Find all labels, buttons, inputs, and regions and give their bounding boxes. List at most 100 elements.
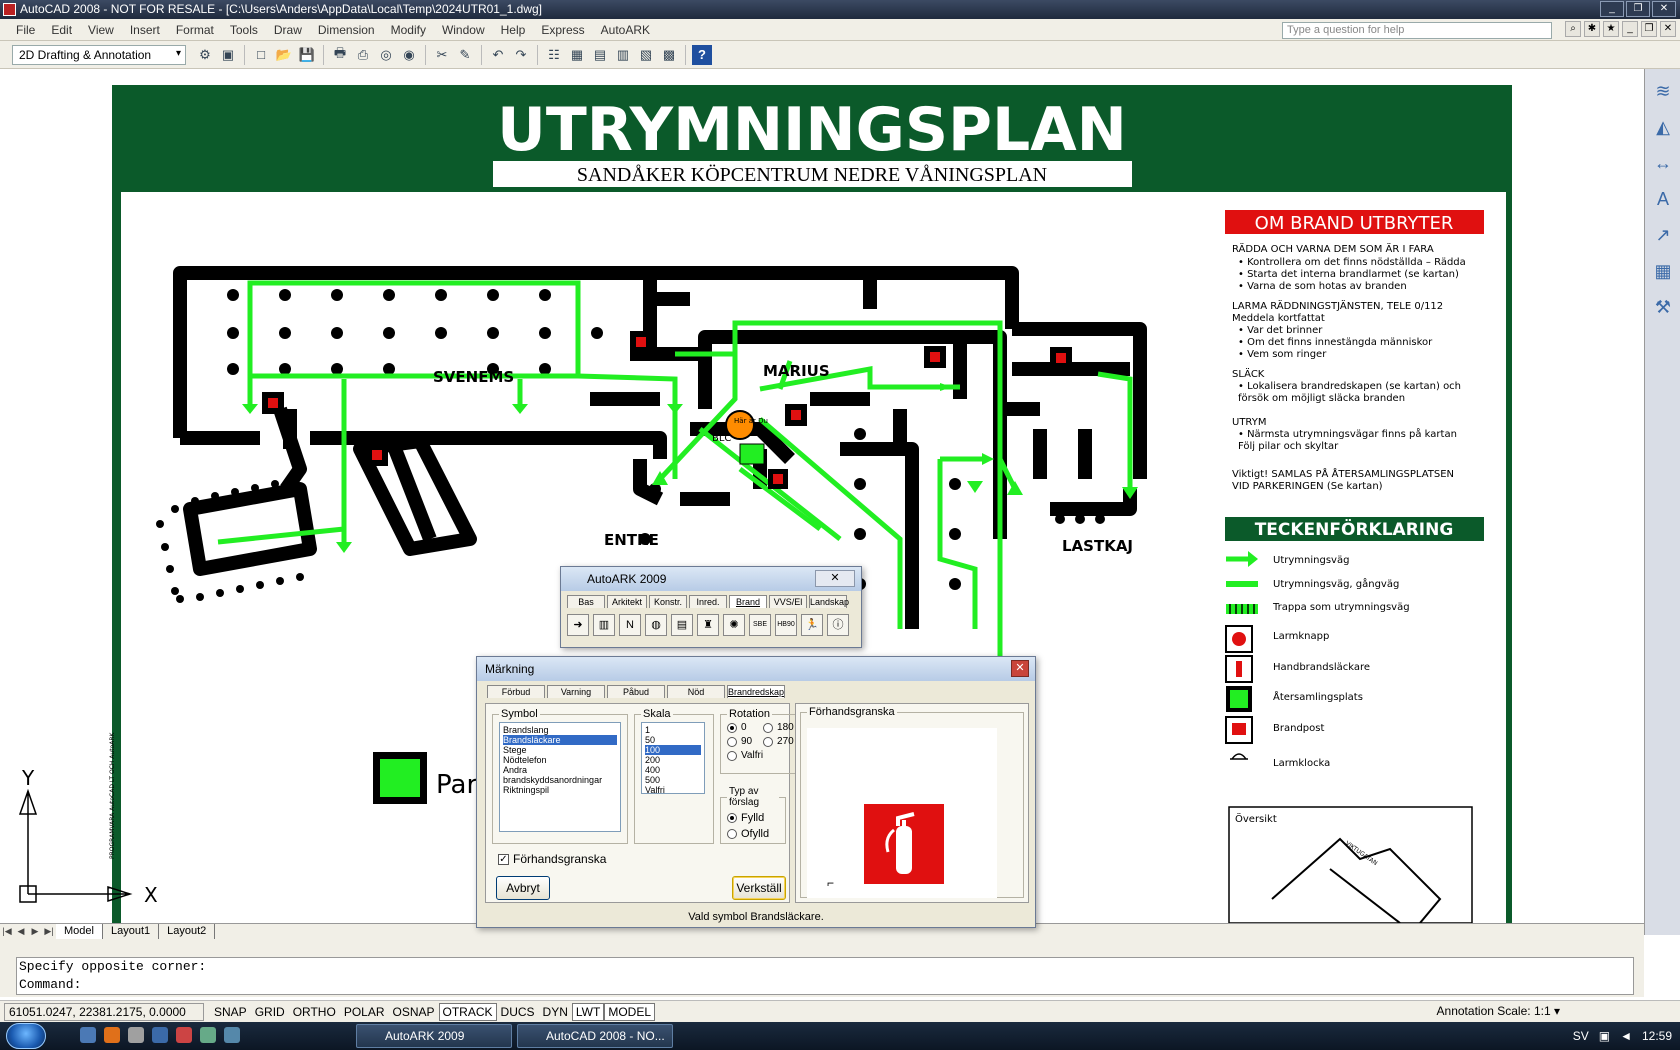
command-line[interactable]: Specify opposite corner: Command: <box>16 957 1634 995</box>
ortho-toggle[interactable]: ORTHO <box>289 1003 340 1021</box>
2d-draw-icon[interactable]: ◭ <box>1651 117 1675 141</box>
autocad-app-icon[interactable] <box>3 3 16 16</box>
workspace-settings-icon[interactable]: ⚙ <box>195 45 215 65</box>
menu-dimension[interactable]: Dimension <box>310 23 383 37</box>
redo-icon[interactable]: ↷ <box>511 45 531 65</box>
plot-preview-icon[interactable]: ⎙ <box>353 45 373 65</box>
list-item[interactable]: Brandslang <box>503 725 617 735</box>
menu-express[interactable]: Express <box>533 23 592 37</box>
tab-arkitekt[interactable]: Arkitekt <box>607 595 647 608</box>
tab-brandredskap[interactable]: Brandredskap <box>727 685 785 698</box>
doc-minimize-icon[interactable]: _ <box>1622 21 1638 37</box>
list-item[interactable]: 50 <box>645 735 701 745</box>
tab-pabud[interactable]: Påbud <box>607 685 665 698</box>
rotation-180[interactable]: 180 <box>763 722 794 733</box>
search-icon[interactable]: ⌕ <box>1565 21 1581 37</box>
list-item[interactable]: 100 <box>645 745 701 755</box>
snap-toggle[interactable]: SNAP <box>210 1003 251 1021</box>
design-center-icon[interactable]: ▦ <box>567 45 587 65</box>
menu-edit[interactable]: Edit <box>43 23 80 37</box>
list-item[interactable]: 500 <box>645 775 701 785</box>
fire-hose-icon[interactable]: ◍ <box>645 614 667 636</box>
restore-icon[interactable]: ❐ <box>1626 1 1650 17</box>
menu-window[interactable]: Window <box>434 23 493 37</box>
coordinates-readout[interactable]: 61051.0247, 22381.2175, 0.0000 <box>4 1002 204 1021</box>
ducs-toggle[interactable]: DUCS <box>497 1003 539 1021</box>
publish-icon[interactable]: ◎ <box>376 45 396 65</box>
list-item[interactable]: 1 <box>645 725 701 735</box>
tab-model[interactable]: Model <box>56 924 103 939</box>
save-icon[interactable]: 💾 <box>297 45 317 65</box>
north-arrow-icon[interactable]: N <box>619 614 641 636</box>
list-item[interactable]: Brandsläckare <box>503 735 617 745</box>
favorites-icon[interactable]: ★ <box>1603 21 1619 37</box>
tab-inred[interactable]: Inred. <box>689 595 727 608</box>
workspace-dropdown[interactable]: 2D Drafting & Annotation <box>12 44 186 65</box>
communication-icon[interactable]: ✱ <box>1584 21 1600 37</box>
radio-ofylld[interactable]: Ofylld <box>727 828 779 840</box>
list-item[interactable]: Nödtelefon <box>503 755 617 765</box>
3d-dwf-icon[interactable]: ◉ <box>399 45 419 65</box>
clock[interactable]: 12:59 <box>1642 1029 1672 1043</box>
hb90-icon[interactable]: HB90 <box>775 614 797 636</box>
tab-vvs-el[interactable]: VVS/El <box>769 595 807 608</box>
tools-icon[interactable] <box>128 1027 144 1043</box>
tab-konstr[interactable]: Konstr. <box>649 595 687 608</box>
volume-icon[interactable]: ◄ <box>1620 1029 1632 1043</box>
menu-insert[interactable]: Insert <box>122 23 168 37</box>
layers-icon[interactable]: ≋ <box>1651 81 1675 105</box>
markup-icon[interactable]: ▧ <box>636 45 656 65</box>
dyn-toggle[interactable]: DYN <box>539 1003 572 1021</box>
annotation-scale[interactable]: Annotation Scale: 1:1 ▾ <box>1437 1004 1560 1018</box>
tab-forbud[interactable]: Förbud <box>487 685 545 698</box>
workspace-icon[interactable]: ▣ <box>218 45 238 65</box>
modify-icon[interactable]: ⚒ <box>1651 297 1675 321</box>
first-tab-icon[interactable]: |◀ <box>0 926 14 937</box>
properties-icon[interactable]: ☷ <box>544 45 564 65</box>
list-item[interactable]: Valfri <box>645 785 701 795</box>
grid-toggle[interactable]: GRID <box>251 1003 289 1021</box>
tab-varning[interactable]: Varning <box>547 685 605 698</box>
tab-layout1[interactable]: Layout1 <box>103 924 160 939</box>
list-item[interactable]: Riktningspil <box>503 785 617 795</box>
model-toggle[interactable]: MODEL <box>604 1002 656 1021</box>
tool-palettes-icon[interactable]: ▤ <box>590 45 610 65</box>
lwt-toggle[interactable]: LWT <box>571 1002 605 1021</box>
rotation-90[interactable]: 90 <box>727 736 763 747</box>
stair-icon[interactable]: ▥ <box>593 614 615 636</box>
close-icon[interactable]: ✕ <box>815 570 855 587</box>
fire-cabinet-icon[interactable]: ▤ <box>671 614 693 636</box>
list-item[interactable]: 400 <box>645 765 701 775</box>
plot-icon[interactable]: 🖶 <box>330 45 350 65</box>
autoark-titlebar[interactable]: AutoARK 2009 ✕ <box>561 567 861 591</box>
prev-tab-icon[interactable]: ◀ <box>14 926 28 937</box>
otrack-toggle[interactable]: OTRACK <box>438 1002 497 1021</box>
menu-modify[interactable]: Modify <box>383 23 434 37</box>
explorer-icon[interactable] <box>152 1027 168 1043</box>
help-icon[interactable]: ? <box>692 44 712 65</box>
new-icon[interactable]: □ <box>251 45 271 65</box>
next-tab-icon[interactable]: ▶ <box>28 926 42 937</box>
list-item[interactable]: Andra brandskyddsanordningar <box>503 765 617 785</box>
radio-fylld[interactable]: Fylld <box>727 812 779 824</box>
rotation-valfri[interactable]: Valfri <box>727 750 763 761</box>
doc-restore-icon[interactable]: ❐ <box>1641 21 1657 37</box>
multileader-icon[interactable]: ↗ <box>1651 225 1675 249</box>
sheet-set-icon[interactable]: ▥ <box>613 45 633 65</box>
dimension-icon[interactable]: ↔ <box>1651 153 1675 177</box>
close-icon[interactable]: ✕ <box>1652 1 1676 17</box>
menu-file[interactable]: File <box>8 23 43 37</box>
sbe-icon[interactable]: SBE <box>749 614 771 636</box>
tab-brand[interactable]: Brand <box>729 595 767 608</box>
match-properties-icon[interactable]: ✎ <box>455 45 475 65</box>
apply-button[interactable]: Verkställ <box>732 876 786 900</box>
sprinkler-icon[interactable]: ✺ <box>723 614 745 636</box>
menu-format[interactable]: Format <box>168 23 222 37</box>
start-button[interactable] <box>6 1023 46 1049</box>
rotation-270[interactable]: 270 <box>763 736 794 747</box>
show-desktop-icon[interactable] <box>224 1027 240 1043</box>
polar-toggle[interactable]: POLAR <box>340 1003 389 1021</box>
close-icon[interactable]: ✕ <box>1011 660 1029 677</box>
menu-autoark[interactable]: AutoARK <box>593 23 658 37</box>
osnap-toggle[interactable]: OSNAP <box>389 1003 439 1021</box>
